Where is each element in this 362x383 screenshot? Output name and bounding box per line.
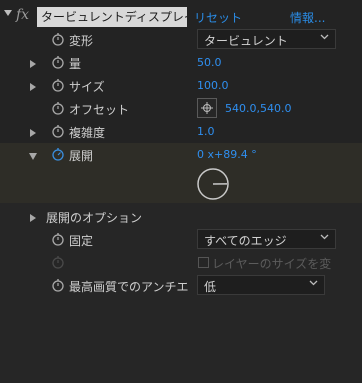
chevron-down-icon	[320, 34, 329, 40]
chevron-down-icon	[320, 234, 329, 240]
property-row-amount: 量 50.0	[0, 51, 362, 74]
dropdown-value: すべてのエッジ	[204, 234, 287, 248]
property-label: サイズ	[69, 80, 105, 94]
property-label: 最高画質でのアンチエ	[69, 280, 189, 294]
amount-value[interactable]: 50.0	[197, 56, 222, 69]
reset-link[interactable]: リセット	[194, 9, 242, 26]
collapse-triangle-icon[interactable]	[29, 153, 37, 160]
property-row-size: サイズ 100.0	[0, 74, 362, 97]
evolution-value[interactable]: 0 x+89.4 °	[197, 148, 257, 161]
expand-triangle-icon[interactable]	[30, 214, 36, 222]
pinning-dropdown[interactable]: すべてのエッジ	[197, 229, 336, 249]
about-link[interactable]: 情報...	[290, 9, 325, 26]
expand-triangle-icon[interactable]	[30, 83, 36, 91]
effect-header: fx タービュレントディスプレイス リセット 情報...	[0, 6, 362, 28]
expand-triangle-icon[interactable]	[30, 129, 36, 137]
property-row-pinning: 固定 すべてのエッジ	[0, 228, 362, 251]
expand-triangle-icon[interactable]	[30, 60, 36, 68]
property-label: オフセット	[69, 103, 130, 117]
offset-value[interactable]: 540.0,540.0	[225, 102, 291, 115]
property-row-displacement: 変形 タービュレント	[0, 28, 362, 51]
property-row-offset: オフセット 540.0,540.0	[0, 97, 362, 120]
effect-name[interactable]: タービュレントディスプレイス	[37, 7, 187, 27]
stopwatch-icon[interactable]	[51, 101, 65, 115]
fx-toggle-icon[interactable]: fx	[16, 7, 29, 23]
size-value[interactable]: 100.0	[197, 79, 229, 92]
dropdown-value: タービュレント	[204, 34, 288, 48]
property-row-evolution-options: 展開のオプション	[0, 205, 362, 228]
stopwatch-icon	[52, 256, 64, 269]
stopwatch-icon[interactable]	[51, 78, 65, 92]
effect-controls-panel: fx タービュレントディスプレイス リセット 情報... 変形 タービュレント …	[0, 0, 362, 383]
stopwatch-icon[interactable]	[51, 232, 65, 246]
antialias-dropdown[interactable]: 低	[197, 275, 325, 295]
property-label: 量	[69, 57, 82, 71]
property-label: 固定	[69, 234, 94, 248]
complexity-value[interactable]: 1.0	[197, 125, 215, 138]
displacement-type-dropdown[interactable]: タービュレント	[197, 29, 336, 49]
dropdown-value: 低	[204, 280, 217, 294]
resize-layer-checkbox[interactable]	[198, 257, 209, 268]
property-label: 展開	[69, 149, 94, 163]
point-picker-button[interactable]	[197, 98, 217, 118]
stopwatch-icon[interactable]	[51, 147, 65, 161]
property-row-complexity: 複雑度 1.0	[0, 120, 362, 143]
property-label: 変形	[69, 34, 94, 48]
stopwatch-icon[interactable]	[51, 55, 65, 69]
property-row-antialias: 最高画質でのアンチエ 低	[0, 274, 362, 297]
collapse-effect-triangle-icon[interactable]	[4, 10, 12, 16]
crosshair-icon	[201, 102, 213, 114]
property-label: 複雑度	[69, 126, 106, 140]
chevron-down-icon	[309, 280, 318, 286]
stopwatch-icon[interactable]	[51, 124, 65, 138]
resize-layer-label: レイヤーのサイズを変	[212, 257, 332, 271]
stopwatch-icon[interactable]	[51, 278, 65, 292]
evolution-group: 展開 0 x+89.4 °	[0, 143, 362, 203]
angle-dial[interactable]	[196, 167, 230, 201]
property-row-resize-layer: レイヤーのサイズを変	[0, 251, 362, 274]
property-label: 展開のオプション	[46, 211, 143, 225]
stopwatch-icon[interactable]	[51, 32, 65, 46]
